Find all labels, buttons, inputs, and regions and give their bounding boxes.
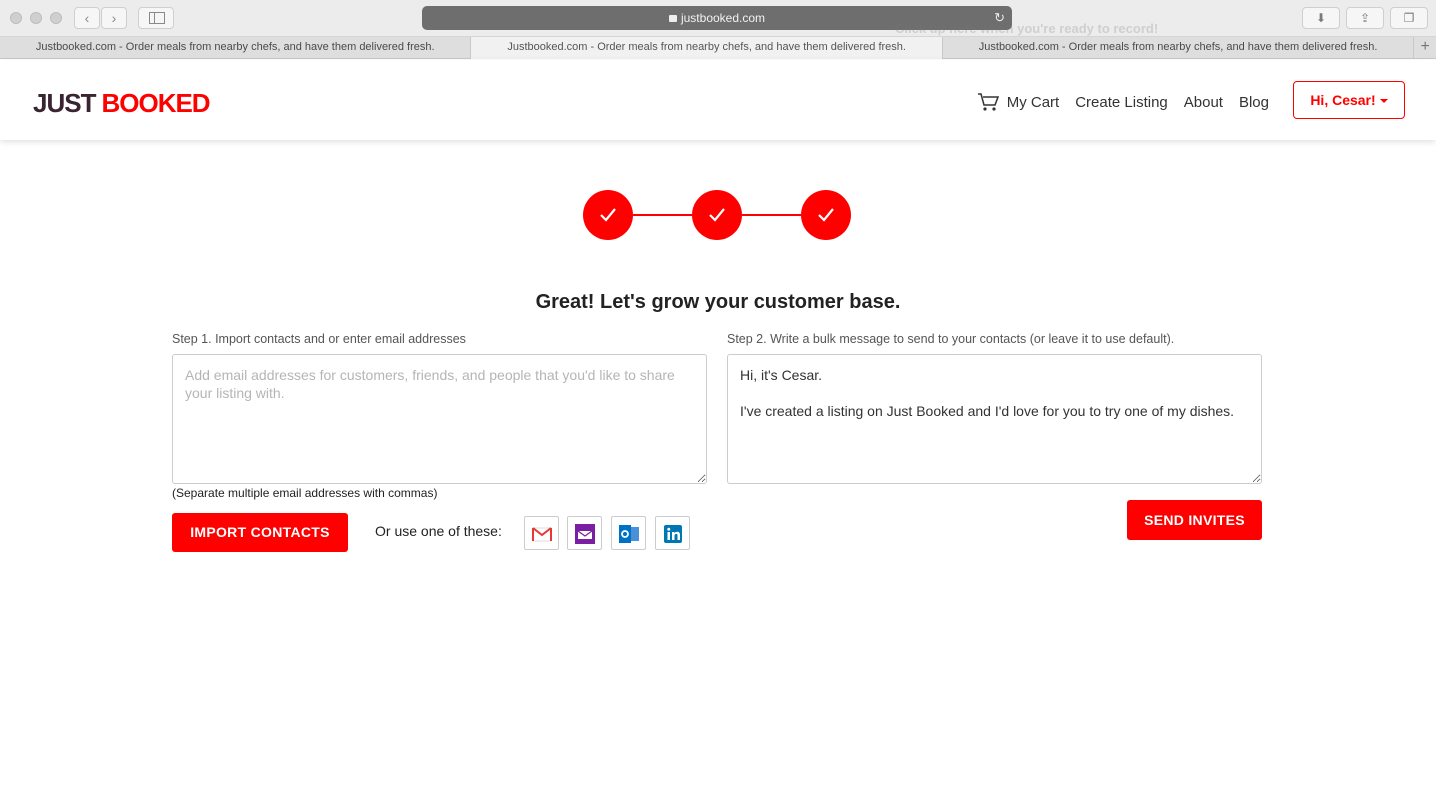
bulk-message-input[interactable] — [727, 354, 1262, 484]
caret-down-icon — [1379, 99, 1388, 104]
chevron-right-icon: › — [111, 10, 117, 26]
download-icon: ⬇ — [1315, 11, 1327, 25]
step-connector — [633, 214, 692, 216]
tabs-icon: ❐ — [1403, 11, 1415, 25]
downloads-button[interactable]: ⬇ — [1302, 7, 1340, 29]
logo-booked: BOOKED — [101, 88, 210, 118]
email-addresses-input[interactable] — [172, 354, 707, 484]
share-button[interactable]: ⇪ — [1346, 7, 1384, 29]
step-2-complete — [692, 190, 742, 240]
user-menu-button[interactable]: Hi, Cesar! — [1293, 81, 1405, 119]
new-tab-button[interactable]: + — [1414, 37, 1436, 59]
logo[interactable]: JUST BOOKED — [33, 88, 211, 119]
gmail-icon — [532, 527, 552, 542]
providers-label: Or use one of these: — [375, 523, 502, 539]
forward-button[interactable]: › — [101, 7, 127, 29]
yahoo-icon — [575, 524, 595, 544]
linkedin-icon — [664, 525, 682, 543]
progress-steps — [583, 190, 851, 240]
nav-blog[interactable]: Blog — [1239, 94, 1269, 111]
main-nav: My Cart Create Listing About Blog — [977, 92, 1269, 112]
check-icon — [709, 208, 725, 222]
window-minimize-button[interactable] — [30, 12, 42, 24]
nav-cart[interactable]: My Cart — [977, 92, 1060, 112]
recording-hint: Click up here when you're ready to recor… — [895, 21, 1159, 36]
sidebar-icon — [149, 12, 165, 24]
address-text: justbooked.com — [680, 11, 766, 25]
tab-bar: Justbooked.com - Order meals from nearby… — [0, 37, 1436, 59]
outlook-icon — [619, 525, 639, 543]
step-connector — [742, 214, 801, 216]
chevron-left-icon: ‹ — [84, 10, 90, 26]
send-invites-button[interactable]: SEND INVITES — [1127, 500, 1262, 540]
nav-about[interactable]: About — [1184, 94, 1223, 111]
yahoo-button[interactable] — [567, 516, 602, 550]
check-icon — [818, 208, 834, 222]
window-close-button[interactable] — [10, 12, 22, 24]
user-menu-label: Hi, Cesar! — [1310, 92, 1376, 108]
import-contacts-button[interactable]: IMPORT CONTACTS — [172, 513, 348, 552]
gmail-button[interactable] — [524, 516, 559, 550]
site-header: JUST BOOKED My Cart Create Listing About … — [0, 60, 1436, 140]
check-icon — [600, 208, 616, 222]
sidebar-toggle-button[interactable] — [138, 7, 174, 29]
step-3-complete — [801, 190, 851, 240]
step-1-complete — [583, 190, 633, 240]
step2-label: Step 2. Write a bulk message to send to … — [727, 332, 1175, 346]
window-zoom-button[interactable] — [50, 12, 62, 24]
share-icon: ⇪ — [1359, 11, 1371, 25]
nav-cart-label: My Cart — [1006, 93, 1060, 111]
email-hint: (Separate multiple email addresses with … — [172, 486, 438, 500]
outlook-button[interactable] — [611, 516, 646, 550]
nav-create-listing[interactable]: Create Listing — [1075, 94, 1168, 111]
step1-label: Step 1. Import contacts and or enter ema… — [172, 332, 466, 346]
logo-just: JUST — [33, 88, 96, 118]
browser-tab[interactable]: Justbooked.com - Order meals from nearby… — [0, 37, 472, 59]
page-title: Great! Let's grow your customer base. — [535, 291, 901, 313]
cart-icon — [977, 93, 999, 111]
show-tabs-button[interactable]: ❐ — [1390, 7, 1428, 29]
lock-icon — [668, 15, 677, 22]
browser-toolbar: ‹ › justbooked.com ↻ Click up here when … — [0, 0, 1436, 37]
browser-tab[interactable]: Justbooked.com - Order meals from nearby… — [943, 37, 1415, 59]
linkedin-button[interactable] — [655, 516, 690, 550]
browser-tab-active[interactable]: Justbooked.com - Order meals from nearby… — [471, 37, 943, 59]
back-button[interactable]: ‹ — [74, 7, 100, 29]
